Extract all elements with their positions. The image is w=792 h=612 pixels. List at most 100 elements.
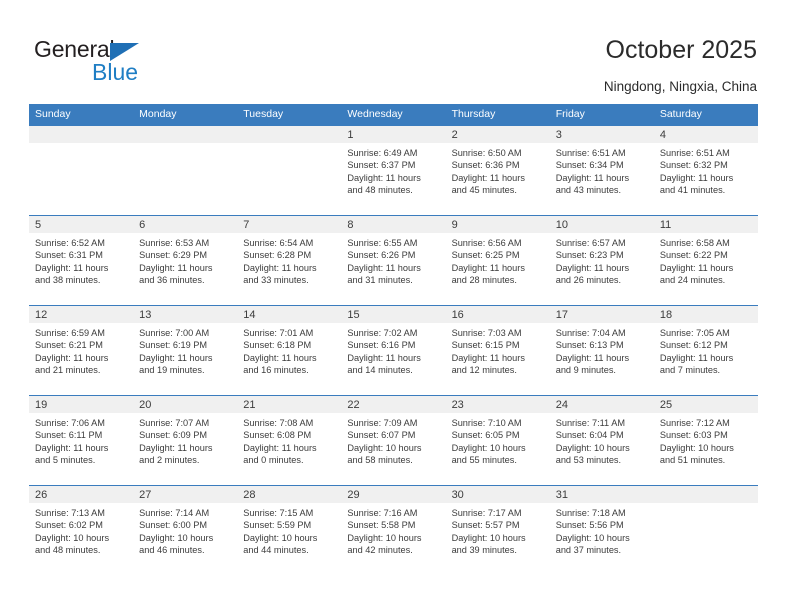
calendar-day-cell[interactable]: 21 Sunrise: 7:08 AM Sunset: 6:08 PM Dayligh… bbox=[237, 395, 342, 486]
sunrise-time: Sunrise: 7:02 AM bbox=[347, 328, 418, 338]
sunset-time: Sunset: 6:16 PM bbox=[347, 340, 416, 351]
calendar-day-cell[interactable]: 29 Sunrise: 7:16 AM Sunset: 5:58 PM Dayligh… bbox=[341, 485, 446, 576]
daylight-duration-line2: and 12 minutes. bbox=[451, 365, 517, 376]
sunset-time: Sunset: 6:12 PM bbox=[659, 340, 728, 351]
sunset-time: Sunset: 5:59 PM bbox=[243, 520, 312, 531]
sunset-time: Sunset: 5:56 PM bbox=[555, 520, 624, 531]
sunrise-time: Sunrise: 6:51 AM bbox=[555, 148, 626, 158]
daylight-duration-line1: Daylight: 10 hours bbox=[555, 442, 630, 453]
calendar-week-row: 1 Sunrise: 6:49 AM Sunset: 6:37 PM Daylight… bbox=[29, 125, 758, 216]
day-number: 20 bbox=[133, 396, 238, 413]
daylight-duration-line1: Daylight: 11 hours bbox=[555, 352, 630, 363]
sunset-time: Sunset: 6:03 PM bbox=[659, 430, 728, 441]
sunset-time: Sunset: 6:28 PM bbox=[243, 250, 312, 261]
calendar-day-cell[interactable]: 22 Sunrise: 7:09 AM Sunset: 6:07 PM Dayligh… bbox=[341, 395, 446, 486]
sunrise-time: Sunrise: 6:49 AM bbox=[347, 148, 418, 158]
weekday-header-wednesday: Wednesday bbox=[341, 104, 446, 126]
day-number-band bbox=[133, 126, 238, 143]
calendar-day-cell[interactable]: 5 Sunrise: 6:52 AM Sunset: 6:31 PM Daylight… bbox=[29, 215, 134, 306]
day-details: Sunrise: 7:07 AM Sunset: 6:09 PM Daylight:… bbox=[133, 413, 237, 467]
daylight-duration-line1: Daylight: 11 hours bbox=[451, 172, 525, 183]
sunset-time: Sunset: 6:29 PM bbox=[139, 250, 208, 261]
sunrise-time: Sunrise: 6:53 AM bbox=[139, 238, 210, 248]
day-details: Sunrise: 7:09 AM Sunset: 6:07 PM Daylight:… bbox=[341, 413, 445, 467]
daylight-duration-line2: and 21 minutes. bbox=[35, 365, 101, 376]
sunrise-time: Sunrise: 7:10 AM bbox=[451, 418, 522, 428]
day-details: Sunrise: 6:54 AM Sunset: 6:28 PM Daylight:… bbox=[237, 233, 341, 287]
calendar-day-cell[interactable]: 16 Sunrise: 7:03 AM Sunset: 6:15 PM Dayligh… bbox=[445, 305, 550, 396]
calendar-day-cell[interactable]: 26 Sunrise: 7:13 AM Sunset: 6:02 PM Dayligh… bbox=[29, 485, 134, 576]
sunset-time: Sunset: 6:05 PM bbox=[451, 430, 520, 441]
day-number: 4 bbox=[653, 126, 758, 143]
weekday-header-saturday: Saturday bbox=[653, 104, 758, 126]
day-number: 27 bbox=[133, 486, 238, 503]
calendar-day-cell[interactable]: 9 Sunrise: 6:56 AM Sunset: 6:25 PM Daylight… bbox=[445, 215, 550, 306]
calendar-day-cell[interactable]: 15 Sunrise: 7:02 AM Sunset: 6:16 PM Dayligh… bbox=[341, 305, 446, 396]
calendar-day-cell[interactable]: 19 Sunrise: 7:06 AM Sunset: 6:11 PM Dayligh… bbox=[29, 395, 134, 486]
calendar-day-cell[interactable]: 2 Sunrise: 6:50 AM Sunset: 6:36 PM Daylight… bbox=[445, 125, 550, 216]
day-details: Sunrise: 7:00 AM Sunset: 6:19 PM Daylight:… bbox=[133, 323, 237, 377]
daylight-duration-line1: Daylight: 11 hours bbox=[659, 172, 734, 183]
sunrise-time: Sunrise: 7:12 AM bbox=[659, 418, 730, 428]
calendar-day-cell[interactable]: 3 Sunrise: 6:51 AM Sunset: 6:34 PM Daylight… bbox=[549, 125, 654, 216]
calendar-day-cell[interactable]: 11 Sunrise: 6:58 AM Sunset: 6:22 PM Dayligh… bbox=[653, 215, 758, 306]
day-number: 5 bbox=[29, 216, 134, 233]
general-blue-logo[interactable]: General Blue bbox=[34, 36, 234, 92]
daylight-duration-line1: Daylight: 10 hours bbox=[451, 442, 526, 453]
calendar-day-cell[interactable]: 24 Sunrise: 7:11 AM Sunset: 6:04 PM Dayligh… bbox=[549, 395, 654, 486]
daylight-duration-line1: Daylight: 11 hours bbox=[347, 172, 421, 183]
calendar-week-row: 19 Sunrise: 7:06 AM Sunset: 6:11 PM Dayligh… bbox=[29, 395, 758, 486]
page-subtitle-location: Ningdong, Ningxia, China bbox=[603, 79, 757, 94]
calendar-day-cell-empty bbox=[133, 125, 238, 216]
weekday-header-friday: Friday bbox=[549, 104, 654, 126]
day-details: Sunrise: 7:11 AM Sunset: 6:04 PM Daylight:… bbox=[550, 413, 654, 467]
daylight-duration-line1: Daylight: 10 hours bbox=[347, 442, 422, 453]
day-details: Sunrise: 7:10 AM Sunset: 6:05 PM Daylight:… bbox=[446, 413, 550, 467]
sunrise-time: Sunrise: 7:13 AM bbox=[35, 508, 105, 518]
calendar-day-cell[interactable]: 8 Sunrise: 6:55 AM Sunset: 6:26 PM Daylight… bbox=[341, 215, 446, 306]
day-number: 30 bbox=[445, 486, 550, 503]
day-number: 23 bbox=[445, 396, 550, 413]
weekday-header-sunday: Sunday bbox=[29, 104, 134, 126]
sunrise-time: Sunrise: 7:03 AM bbox=[451, 328, 522, 338]
calendar-day-cell[interactable]: 12 Sunrise: 6:59 AM Sunset: 6:21 PM Dayligh… bbox=[29, 305, 134, 396]
calendar-day-cell[interactable]: 25 Sunrise: 7:12 AM Sunset: 6:03 PM Dayligh… bbox=[653, 395, 758, 486]
calendar-day-cell[interactable]: 10 Sunrise: 6:57 AM Sunset: 6:23 PM Dayligh… bbox=[549, 215, 654, 306]
day-number: 19 bbox=[29, 396, 134, 413]
sunset-time: Sunset: 6:37 PM bbox=[347, 160, 416, 171]
daylight-duration-line1: Daylight: 10 hours bbox=[243, 532, 318, 543]
calendar-day-cell[interactable]: 7 Sunrise: 6:54 AM Sunset: 6:28 PM Daylight… bbox=[237, 215, 342, 306]
calendar-day-cell[interactable]: 31 Sunrise: 7:18 AM Sunset: 5:56 PM Dayligh… bbox=[549, 485, 654, 576]
calendar-day-cell[interactable]: 17 Sunrise: 7:04 AM Sunset: 6:13 PM Dayligh… bbox=[549, 305, 654, 396]
calendar-day-cell[interactable]: 30 Sunrise: 7:17 AM Sunset: 5:57 PM Dayligh… bbox=[445, 485, 550, 576]
daylight-duration-line2: and 55 minutes. bbox=[451, 455, 517, 466]
day-details: Sunrise: 7:05 AM Sunset: 6:12 PM Daylight:… bbox=[654, 323, 758, 377]
sunset-time: Sunset: 5:58 PM bbox=[347, 520, 416, 531]
calendar-day-cell[interactable]: 1 Sunrise: 6:49 AM Sunset: 6:37 PM Daylight… bbox=[341, 125, 446, 216]
calendar-day-cell[interactable]: 20 Sunrise: 7:07 AM Sunset: 6:09 PM Dayligh… bbox=[133, 395, 238, 486]
sunset-time: Sunset: 6:00 PM bbox=[139, 520, 208, 531]
calendar-day-cell[interactable]: 23 Sunrise: 7:10 AM Sunset: 6:05 PM Dayligh… bbox=[445, 395, 550, 486]
sunrise-time: Sunrise: 7:17 AM bbox=[451, 508, 522, 518]
daylight-duration-line2: and 2 minutes. bbox=[139, 455, 200, 466]
calendar-day-cell[interactable]: 18 Sunrise: 7:05 AM Sunset: 6:12 PM Dayligh… bbox=[653, 305, 758, 396]
day-number: 15 bbox=[341, 306, 446, 323]
day-details: Sunrise: 6:49 AM Sunset: 6:37 PM Daylight:… bbox=[341, 143, 445, 197]
calendar-day-cell[interactable]: 27 Sunrise: 7:14 AM Sunset: 6:00 PM Dayligh… bbox=[133, 485, 238, 576]
calendar-day-cell-empty bbox=[237, 125, 342, 216]
day-number: 29 bbox=[341, 486, 446, 503]
daylight-duration-line1: Daylight: 11 hours bbox=[451, 262, 525, 273]
calendar-day-cell[interactable]: 14 Sunrise: 7:01 AM Sunset: 6:18 PM Dayligh… bbox=[237, 305, 342, 396]
calendar-day-cell[interactable]: 13 Sunrise: 7:00 AM Sunset: 6:19 PM Dayligh… bbox=[133, 305, 238, 396]
day-details: Sunrise: 7:18 AM Sunset: 5:56 PM Daylight:… bbox=[550, 503, 654, 557]
calendar-day-cell[interactable]: 4 Sunrise: 6:51 AM Sunset: 6:32 PM Daylight… bbox=[653, 125, 758, 216]
sunset-time: Sunset: 6:19 PM bbox=[139, 340, 208, 351]
calendar-week-row: 12 Sunrise: 6:59 AM Sunset: 6:21 PM Dayligh… bbox=[29, 305, 758, 396]
day-details: Sunrise: 7:06 AM Sunset: 6:11 PM Daylight:… bbox=[29, 413, 133, 467]
sunset-time: Sunset: 6:36 PM bbox=[451, 160, 520, 171]
calendar-day-cell[interactable]: 6 Sunrise: 6:53 AM Sunset: 6:29 PM Daylight… bbox=[133, 215, 238, 306]
daylight-duration-line2: and 51 minutes. bbox=[659, 455, 726, 466]
calendar-day-cell[interactable]: 28 Sunrise: 7:15 AM Sunset: 5:59 PM Dayligh… bbox=[237, 485, 342, 576]
sunrise-sunset-calendar-table: Sunday Monday Tuesday Wednesday Thursday… bbox=[29, 104, 758, 576]
daylight-duration-line1: Daylight: 11 hours bbox=[347, 352, 421, 363]
